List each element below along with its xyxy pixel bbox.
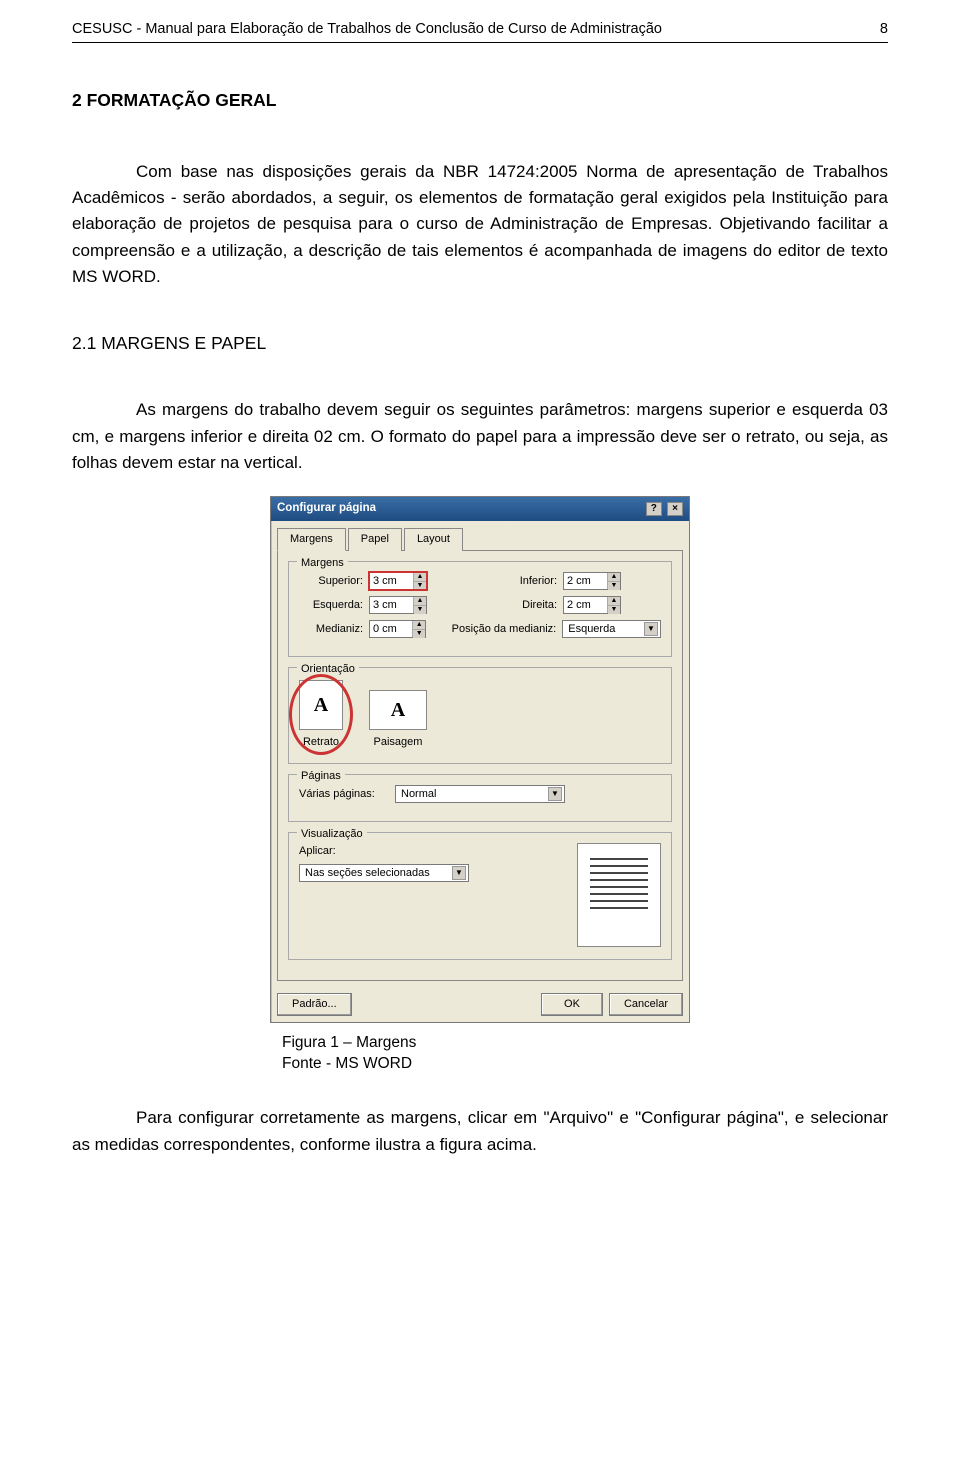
label-varias-paginas: Várias páginas: <box>299 786 389 803</box>
section-heading: 2 FORMATAÇÃO GERAL <box>72 87 888 114</box>
select-varias-paginas[interactable]: Normal ▼ <box>395 785 565 803</box>
group-orientacao-legend: Orientação <box>297 661 359 678</box>
subsection-paragraph-1: As margens do trabalho devem seguir os s… <box>72 397 888 476</box>
spin-down-icon[interactable]: ▼ <box>608 606 620 614</box>
input-esquerda-field[interactable] <box>370 597 413 613</box>
select-aplicar[interactable]: Nas seções selecionadas ▼ <box>299 864 469 882</box>
select-varias-paginas-value: Normal <box>401 786 436 803</box>
orientation-retrato-label: Retrato <box>303 736 339 748</box>
spin-up-icon[interactable]: ▲ <box>414 573 426 582</box>
orientation-paisagem-label: Paisagem <box>374 736 423 748</box>
tab-layout[interactable]: Layout <box>404 528 463 551</box>
input-direita[interactable]: ▲▼ <box>563 596 621 614</box>
label-inferior: Inferior: <box>447 573 557 590</box>
page-preview <box>577 843 661 947</box>
input-medianiz-field[interactable] <box>370 621 412 637</box>
group-paginas-legend: Páginas <box>297 768 345 785</box>
help-icon[interactable]: ? <box>646 502 662 516</box>
close-icon[interactable]: × <box>667 502 683 516</box>
header-title: CESUSC - Manual para Elaboração de Traba… <box>72 18 662 40</box>
portrait-icon: A <box>299 680 343 730</box>
orientation-paisagem[interactable]: A Paisagem <box>369 690 427 751</box>
chevron-down-icon[interactable]: ▼ <box>548 787 562 801</box>
group-paginas: Páginas Várias páginas: Normal ▼ <box>288 774 672 822</box>
figure-caption: Figura 1 – Margens Fonte - MS WORD <box>282 1033 888 1075</box>
page-setup-dialog: Configurar página ? × Margens Papel Layo… <box>270 496 690 1023</box>
orientation-retrato[interactable]: A Retrato <box>299 680 343 751</box>
spin-down-icon[interactable]: ▼ <box>608 582 620 590</box>
select-pos-medianiz[interactable]: Esquerda ▼ <box>562 620 661 638</box>
spin-up-icon[interactable]: ▲ <box>608 573 620 582</box>
dialog-panel: Margens Superior: ▲▼ Inferior: ▲▼ Esquer… <box>277 550 683 981</box>
select-pos-medianiz-value: Esquerda <box>568 621 615 638</box>
input-medianiz[interactable]: ▲▼ <box>369 620 426 638</box>
group-margens-legend: Margens <box>297 555 348 572</box>
input-esquerda[interactable]: ▲▼ <box>369 596 427 614</box>
label-aplicar: Aplicar: <box>299 843 561 860</box>
input-inferior[interactable]: ▲▼ <box>563 572 621 590</box>
dialog-titlebar: Configurar página ? × <box>271 497 689 521</box>
footer-paragraph: Para configurar corretamente as margens,… <box>72 1105 888 1158</box>
figure-page-setup: Configurar página ? × Margens Papel Layo… <box>72 496 888 1023</box>
button-padrao[interactable]: Padrão... <box>277 993 352 1016</box>
subsection-heading: 2.1 MARGENS E PAPEL <box>72 330 888 357</box>
tab-margens[interactable]: Margens <box>277 528 346 551</box>
select-aplicar-value: Nas seções selecionadas <box>305 865 430 882</box>
group-margens: Margens Superior: ▲▼ Inferior: ▲▼ Esquer… <box>288 561 672 657</box>
label-esquerda: Esquerda: <box>299 597 363 614</box>
label-medianiz: Medianiz: <box>299 621 363 638</box>
page-number: 8 <box>880 18 888 40</box>
section-paragraph-1: Com base nas disposições gerais da NBR 1… <box>72 159 888 291</box>
figure-caption-line2: Fonte - MS WORD <box>282 1054 888 1075</box>
spin-down-icon[interactable]: ▼ <box>413 630 425 638</box>
chevron-down-icon[interactable]: ▼ <box>644 622 658 636</box>
spin-up-icon[interactable]: ▲ <box>414 597 426 606</box>
input-direita-field[interactable] <box>564 597 607 613</box>
dialog-footer: Padrão... OK Cancelar <box>271 987 689 1022</box>
header-rule <box>72 42 888 43</box>
group-orientacao: Orientação A Retrato A Paisagem <box>288 667 672 764</box>
spin-down-icon[interactable]: ▼ <box>414 582 426 590</box>
input-superior[interactable]: ▲▼ <box>369 572 427 590</box>
label-superior: Superior: <box>299 573 363 590</box>
group-visualizacao-legend: Visualização <box>297 826 367 843</box>
dialog-tabs: Margens Papel Layout <box>271 521 689 550</box>
chevron-down-icon[interactable]: ▼ <box>452 866 466 880</box>
landscape-icon: A <box>369 690 427 730</box>
label-pos-medianiz: Posição da medianiz: <box>446 621 556 638</box>
button-ok[interactable]: OK <box>541 993 603 1016</box>
spin-up-icon[interactable]: ▲ <box>608 597 620 606</box>
dialog-title-text: Configurar página <box>277 500 376 518</box>
figure-caption-line1: Figura 1 – Margens <box>282 1033 888 1054</box>
spin-down-icon[interactable]: ▼ <box>414 606 426 614</box>
input-inferior-field[interactable] <box>564 573 607 589</box>
label-direita: Direita: <box>447 597 557 614</box>
spin-up-icon[interactable]: ▲ <box>413 621 425 630</box>
tab-papel[interactable]: Papel <box>348 528 402 551</box>
button-cancelar[interactable]: Cancelar <box>609 993 683 1016</box>
group-visualizacao: Visualização Aplicar: Nas seções selecio… <box>288 832 672 960</box>
input-superior-field[interactable] <box>370 573 413 589</box>
